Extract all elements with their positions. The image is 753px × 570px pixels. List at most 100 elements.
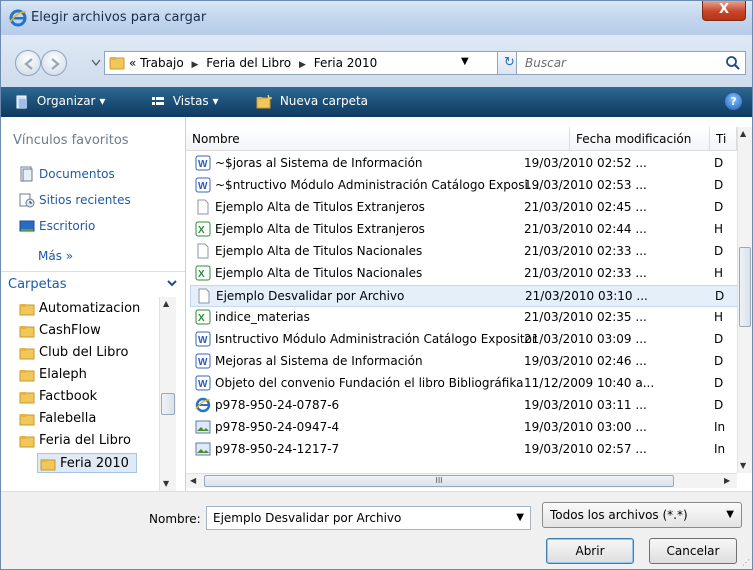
search-icon[interactable]: [725, 55, 741, 71]
address-bar[interactable]: « Trabajo ▶ Feria del Libro ▶ Feria 2010…: [104, 51, 498, 75]
breadcrumb-item-feria-2010[interactable]: Feria 2010: [314, 56, 378, 70]
breadcrumb-item-trabajo[interactable]: Trabajo: [140, 56, 184, 70]
folder-icon: [109, 57, 125, 70]
favorite-label: Escritorio: [39, 219, 96, 233]
title-bar[interactable]: Elegir archivos para cargar X: [1, 1, 752, 35]
tree-item-label: CashFlow: [39, 323, 101, 338]
new-folder-label: Nueva carpeta: [279, 94, 369, 108]
file-row-selected[interactable]: Ejemplo Desvalidar por Archivo 21/03/201…: [190, 285, 740, 307]
file-row[interactable]: X Ejemplo Alta de Titulos Nacionales 21/…: [190, 263, 740, 285]
file-list-vertical-scrollbar[interactable]: ▲ ▼: [737, 127, 752, 473]
breadcrumb: « Trabajo ▶ Feria del Libro ▶ Feria 2010: [129, 56, 377, 70]
word-icon: W: [195, 331, 211, 347]
file-row[interactable]: W ~$ntructivo Módulo Administración Catá…: [190, 175, 740, 197]
file-row[interactable]: W ~$joras al Sistema de Información 19/0…: [190, 153, 740, 175]
file-type: D: [714, 376, 724, 390]
file-date: 19/03/2010 02:52 ...: [524, 156, 647, 170]
file-name: Objeto del convenio Fundación el libro B…: [215, 376, 524, 390]
excel-icon: X: [195, 309, 211, 325]
command-toolbar: Organizar ▾ Vistas ▾ Nueva carpeta ?: [1, 87, 752, 117]
scrollbar-thumb[interactable]: [739, 247, 751, 327]
breadcrumb-overflow[interactable]: «: [129, 56, 136, 70]
file-date: 21/03/2010 02:33 ...: [524, 244, 647, 258]
favorite-label: Sitios recientes: [39, 193, 131, 207]
file-list-horizontal-scrollbar[interactable]: ◀ III ▶: [186, 473, 737, 488]
file-row[interactable]: W Isntructivo Módulo Administración Catá…: [190, 329, 740, 351]
breadcrumb-separator-icon[interactable]: ▶: [192, 60, 199, 70]
close-button[interactable]: X: [702, 1, 746, 21]
image-icon: [195, 420, 211, 434]
svg-text:X: X: [198, 269, 205, 280]
file-row[interactable]: p978-950-24-0947-4 19/03/2010 03:00 ... …: [190, 417, 740, 439]
column-header-name[interactable]: Nombre: [186, 127, 570, 151]
file-type: D: [715, 289, 725, 303]
scroll-up-icon[interactable]: ▲: [163, 299, 169, 308]
file-type: D: [714, 200, 724, 214]
search-placeholder: Buscar: [525, 56, 566, 70]
tree-item-feria-2010[interactable]: Feria 2010: [37, 453, 137, 473]
dialog-footer: Nombre: Ejemplo Desvalidar por Archivo ▼…: [1, 491, 752, 569]
tree-item-label: Feria 2010: [60, 456, 129, 471]
svg-text:W: W: [198, 335, 208, 346]
file-row[interactable]: X indice_materias 21/03/2010 02:35 ... H: [190, 307, 740, 329]
address-dropdown-icon[interactable]: ▼: [461, 56, 469, 67]
scroll-down-icon[interactable]: ▼: [740, 461, 746, 470]
tree-item-label: Elaleph: [39, 367, 87, 382]
favorite-label: Documentos: [39, 167, 115, 181]
views-menu[interactable]: Vistas ▾: [151, 94, 219, 109]
search-input[interactable]: Buscar: [516, 51, 746, 75]
word-icon: W: [195, 177, 211, 193]
refresh-icon: ↻: [504, 55, 515, 70]
scrollbar-thumb[interactable]: III: [204, 475, 674, 487]
scroll-right-icon[interactable]: ▶: [724, 476, 730, 485]
new-folder-button[interactable]: Nueva carpeta: [256, 94, 368, 109]
scroll-left-icon[interactable]: ◀: [190, 476, 196, 485]
file-row[interactable]: Ejemplo Alta de Titulos Nacionales 21/03…: [190, 241, 740, 263]
resize-grip-icon[interactable]: ⋰: [742, 558, 750, 567]
svg-text:W: W: [198, 357, 208, 368]
file-row[interactable]: p978-950-24-1217-7 19/03/2010 02:57 ... …: [190, 439, 740, 461]
folders-header-label: Carpetas: [8, 277, 67, 292]
file-name-dropdown-icon[interactable]: ▼: [516, 512, 524, 523]
file-row[interactable]: X Ejemplo Alta de Titulos Extranjeros 21…: [190, 219, 740, 241]
ie-html-icon: [195, 397, 211, 413]
file-name: p978-950-24-0947-4: [215, 420, 340, 434]
file-row[interactable]: p978-950-24-0787-6 19/03/2010 03:11 ... …: [190, 395, 740, 417]
file-list: Nombre Fecha modificación Ti W ~$joras a…: [186, 117, 752, 491]
file-name: indice_materias: [215, 310, 310, 324]
svg-text:W: W: [198, 181, 208, 192]
file-date: 21/03/2010 02:44 ...: [524, 222, 647, 236]
more-link[interactable]: Más »: [38, 249, 73, 263]
file-type-select[interactable]: Todos los archivos (*.*) ▼: [542, 502, 742, 528]
tree-item-label: Feria del Libro: [39, 433, 131, 448]
file-row[interactable]: Ejemplo Alta de Titulos Extranjeros 21/0…: [190, 197, 740, 219]
forward-arrow-icon: [51, 58, 60, 70]
file-type: H: [714, 222, 724, 236]
folders-header[interactable]: Carpetas: [1, 271, 185, 295]
forward-button[interactable]: [41, 50, 67, 76]
scroll-down-icon[interactable]: ▼: [163, 479, 169, 488]
file-row[interactable]: W Objeto del convenio Fundación el libro…: [190, 373, 740, 395]
file-date: 19/03/2010 03:11 ...: [524, 398, 647, 412]
ie-logo-icon: [9, 9, 27, 27]
breadcrumb-item-feria-del-libro[interactable]: Feria del Libro: [206, 56, 291, 70]
history-dropdown-icon[interactable]: [91, 59, 101, 67]
chevron-down-icon: [167, 280, 177, 287]
cancel-button[interactable]: Cancelar: [649, 538, 737, 564]
file-row[interactable]: W Mejoras al Sistema de Información 19/0…: [190, 351, 740, 373]
column-header-type[interactable]: Ti: [710, 127, 737, 151]
organize-menu[interactable]: Organizar ▾: [15, 94, 105, 109]
scrollbar-thumb[interactable]: [161, 393, 175, 415]
file-name: Ejemplo Desvalidar por Archivo: [216, 289, 405, 303]
back-button[interactable]: [15, 50, 41, 76]
file-name-input[interactable]: Ejemplo Desvalidar por Archivo ▼: [206, 506, 531, 530]
column-header-label: Nombre: [192, 132, 240, 146]
file-type: D: [714, 332, 724, 346]
open-button[interactable]: Abrir: [546, 538, 634, 564]
image-icon: [195, 442, 211, 456]
breadcrumb-separator-icon[interactable]: ▶: [299, 60, 306, 70]
scroll-up-icon[interactable]: ▲: [740, 129, 746, 138]
help-icon[interactable]: ?: [725, 93, 742, 110]
column-header-date[interactable]: Fecha modificación: [570, 127, 710, 151]
folder-tree-scrollbar[interactable]: ▲ ▼: [159, 297, 176, 491]
